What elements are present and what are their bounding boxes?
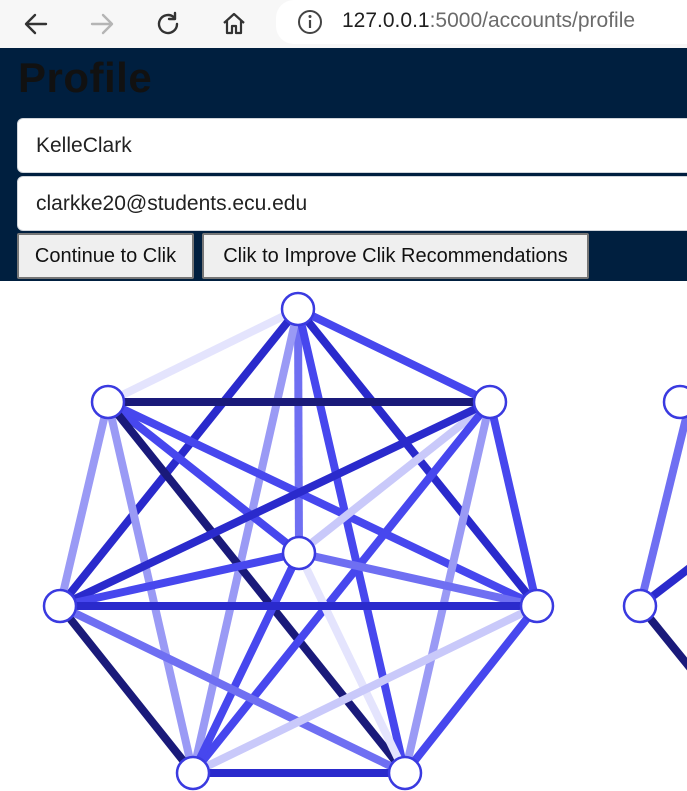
improve-recommendations-button[interactable]: Clik to Improve Clik Recommendations — [202, 233, 589, 279]
address-bar[interactable]: 127.0.0.1:5000/accounts/profile — [276, 0, 687, 44]
username-field[interactable]: KelleClark — [17, 118, 687, 173]
info-icon[interactable] — [296, 8, 324, 41]
network-graph — [42, 291, 687, 791]
graph-node — [281, 535, 317, 571]
reload-icon[interactable] — [150, 6, 186, 42]
graph-edge — [191, 602, 539, 777]
graph-edge — [106, 305, 300, 406]
page-title: Profile — [18, 54, 153, 101]
graph-node — [662, 384, 687, 420]
graph-node — [472, 384, 508, 420]
home-icon[interactable] — [216, 6, 252, 42]
graph-node — [387, 755, 423, 791]
url-host: 127.0.0.1 — [342, 9, 430, 32]
graph-node — [175, 755, 211, 791]
graph-node — [42, 588, 78, 624]
forward-arrow-icon[interactable] — [84, 6, 120, 42]
back-arrow-icon[interactable] — [18, 6, 54, 42]
graph-edge — [58, 602, 407, 777]
graph-node — [280, 291, 316, 327]
browser-toolbar: 127.0.0.1:5000/accounts/profile — [0, 0, 687, 48]
graph-node — [519, 588, 555, 624]
continue-button[interactable]: Continue to Clik — [17, 233, 194, 279]
graph-node — [622, 588, 658, 624]
graph-edge — [296, 305, 492, 406]
url-text: 127.0.0.1:5000/accounts/profile — [342, 9, 635, 33]
url-path: :5000/accounts/profile — [429, 9, 636, 32]
email-field[interactable]: clarkke20@students.ecu.edu — [17, 176, 687, 231]
graph-edge — [294, 308, 303, 554]
graph-edge — [58, 398, 492, 610]
graph-node — [90, 384, 126, 420]
